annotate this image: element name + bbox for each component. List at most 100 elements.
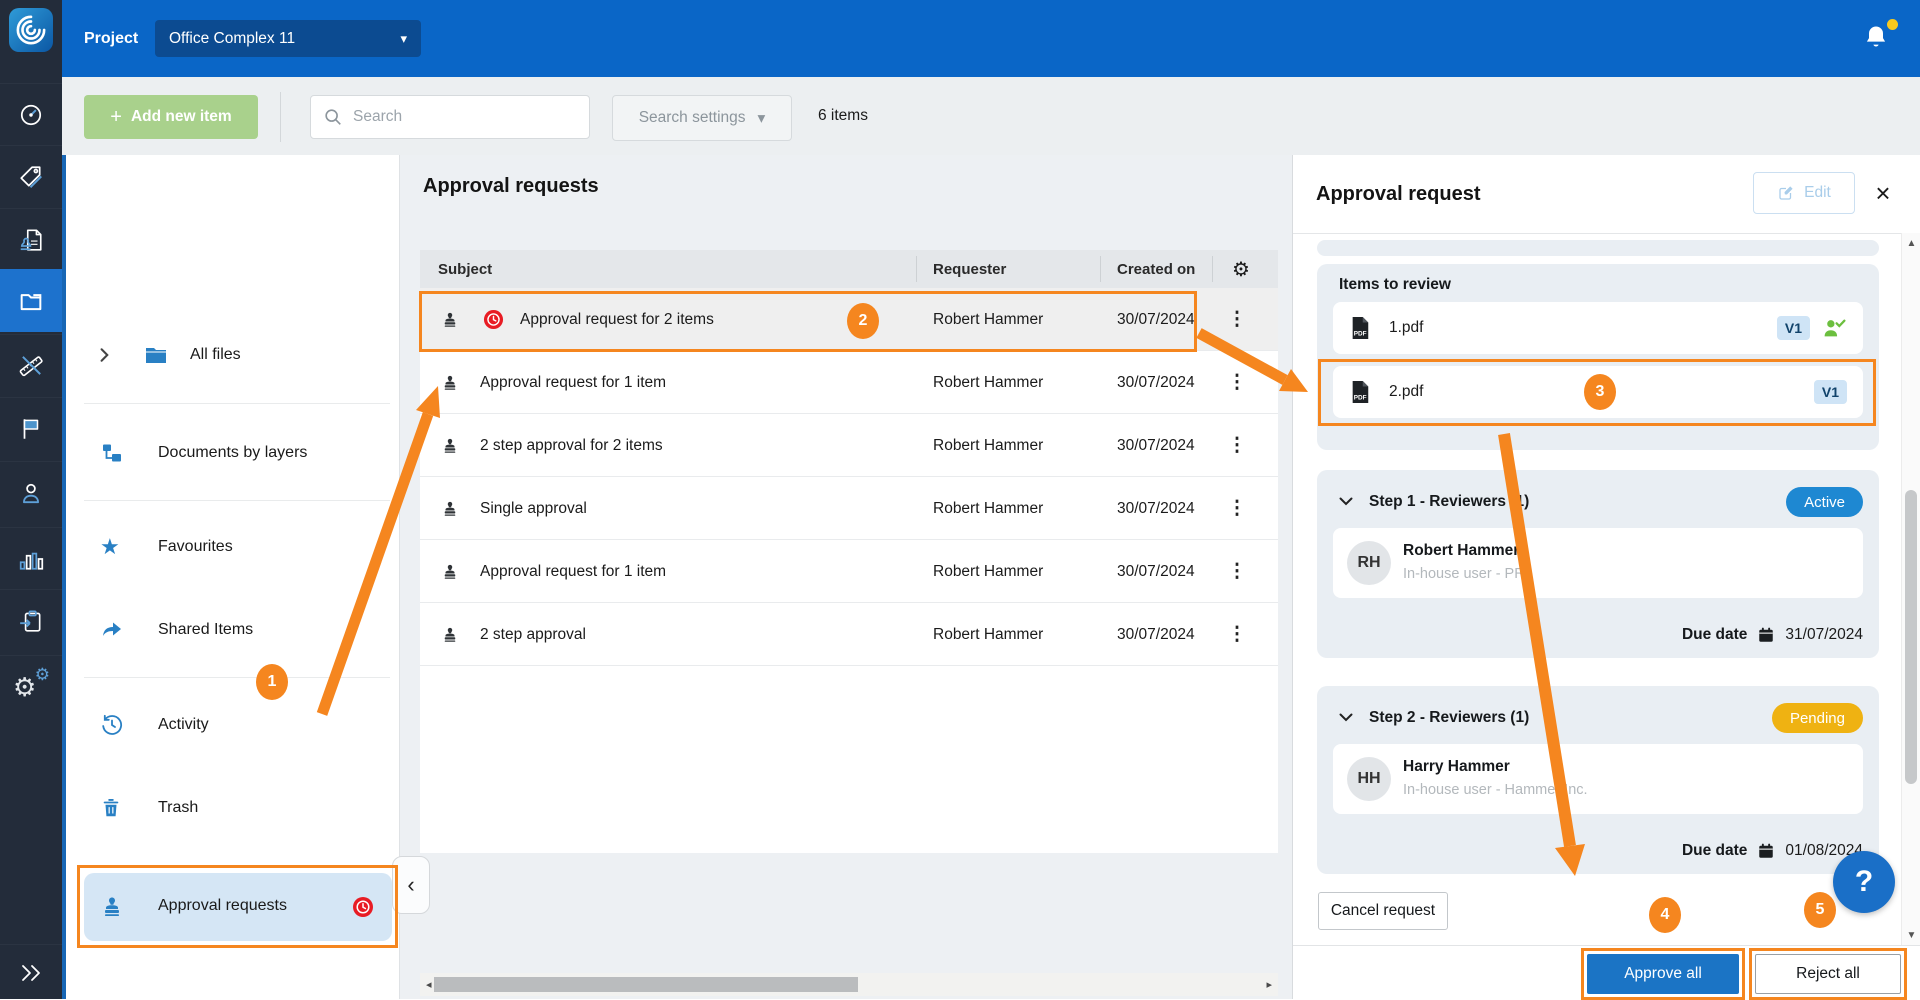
table-row[interactable]: Approval request for 2 items Robert Hamm… [420,288,1278,351]
add-new-item-button[interactable]: + Add new item [84,95,258,139]
close-panel-button[interactable]: × [1865,173,1901,213]
project-select[interactable]: Office Complex 11 ▾ [155,20,421,57]
horizontal-scrollbar-thumb[interactable] [434,977,858,992]
document-stamp-icon [18,227,44,253]
notification-dot-badge [1887,19,1898,30]
stamp-icon [441,540,459,603]
column-header-created[interactable]: Created on [1117,250,1199,288]
horizontal-scrollbar[interactable]: ◂ ▸ [420,973,1278,996]
rail-item-reports[interactable] [0,527,62,590]
logo-swirl-icon [14,13,48,47]
reject-all-button[interactable]: Reject all [1755,954,1901,994]
table-header: Subject Requester Created on ⚙ [420,250,1278,288]
row-menu-kebab-button[interactable]: ⋮ [1221,603,1253,666]
project-label: Project [84,0,138,77]
row-requester: Robert Hammer [933,351,1043,414]
column-header-subject[interactable]: Subject [438,250,492,288]
version-badge: V1 [1777,316,1810,340]
clipboard-arrow-icon [18,608,44,634]
row-created: 30/07/2024 [1117,351,1199,414]
rail-item-dashboard[interactable] [0,83,62,146]
rail-item-settings[interactable]: ⚙⚙ [0,655,62,718]
table-settings-gear-button[interactable]: ⚙ [1219,250,1263,288]
chevron-left-icon: ‹ [407,872,414,898]
star-icon: ★ [100,534,120,560]
column-divider [1212,256,1213,282]
table-row[interactable]: Approval request for 1 item Robert Hamme… [420,540,1278,603]
row-subject: Single approval [480,477,587,540]
approve-all-button[interactable]: Approve all [1587,954,1739,994]
history-clock-icon [100,713,124,737]
tag-icon [18,164,44,190]
overdue-clock-badge [352,896,374,918]
notifications-bell-button[interactable] [1862,22,1896,56]
file-row[interactable]: PDF 1.pdf V1 [1333,302,1863,354]
row-menu-kebab-button[interactable]: ⋮ [1221,351,1253,414]
rail-item-tags[interactable] [0,145,62,208]
row-menu-kebab-button[interactable]: ⋮ [1221,288,1253,351]
table-row[interactable]: 2 step approval for 2 items Robert Hamme… [420,414,1278,477]
collapse-panel-button[interactable]: ‹ [392,856,430,914]
row-menu-kebab-button[interactable]: ⋮ [1221,414,1253,477]
row-menu-kebab-button[interactable]: ⋮ [1221,477,1253,540]
reviewer-card: HH Harry Hammer In-house user - Hammer I… [1333,744,1863,814]
vertical-scrollbar[interactable]: ▲ ▼ [1901,233,1920,945]
step-2-header[interactable]: Step 2 - Reviewers (1) Pending [1317,700,1879,736]
person-icon [18,480,44,506]
row-requester: Robert Hammer [933,288,1043,351]
row-menu-kebab-button[interactable]: ⋮ [1221,540,1253,603]
tree-item-approval-requests[interactable]: Approval requests [84,873,392,941]
toolbar-divider [280,92,281,142]
caret-down-icon: ▾ [758,109,766,128]
add-new-item-label: Add new item [131,108,232,126]
scroll-right-icon[interactable]: ▸ [1266,973,1272,996]
rail-expand-button[interactable] [0,944,62,1000]
scroll-left-icon[interactable]: ◂ [426,973,432,996]
tree-item-trash[interactable]: Trash [62,780,400,836]
stamp-icon [441,288,459,351]
chevron-down-icon[interactable] [1339,493,1353,511]
layers-hierarchy-icon [100,441,124,465]
due-date-label: Due date [1682,842,1747,860]
step-1-header[interactable]: Step 1 - Reviewers (1) Active [1317,484,1879,520]
table-row[interactable]: Single approval Robert Hammer 30/07/2024… [420,477,1278,540]
rail-item-measure[interactable] [0,334,62,397]
rail-item-files[interactable] [0,269,62,332]
tree-item-shared-items[interactable]: Shared Items [62,602,400,658]
folder-icon [17,287,45,315]
tree-item-documents-by-layers[interactable]: Documents by layers [62,425,400,481]
stamp-icon [441,477,459,540]
rail-item-tasks[interactable] [0,589,62,652]
reviewer-card: RH Robert Hammer In-house user - PR [1333,528,1863,598]
column-header-requester[interactable]: Requester [933,250,1006,288]
edit-button[interactable]: Edit [1753,172,1855,214]
tree-item-label: Activity [158,716,209,734]
table-row[interactable]: Approval request for 1 item Robert Hamme… [420,351,1278,414]
search-icon [323,107,343,127]
chevron-down-icon[interactable] [1339,709,1353,727]
rail-item-flags[interactable] [0,397,62,460]
status-badge: Active [1786,487,1863,517]
toolbar: + Add new item Search settings ▾ 6 items [62,77,1920,155]
caret-down-icon: ▾ [400,31,407,47]
tree-panel-accent-edge [62,155,66,999]
cancel-request-button[interactable]: Cancel request [1318,892,1448,930]
vertical-scrollbar-thumb[interactable] [1905,490,1917,784]
search-settings-dropdown[interactable]: Search settings ▾ [612,95,792,141]
scroll-down-icon[interactable]: ▼ [1902,927,1920,943]
tree-item-activity[interactable]: Activity [62,697,400,753]
search-input[interactable] [351,107,577,127]
scroll-up-icon[interactable]: ▲ [1902,235,1920,251]
scrolled-card-remnant [1317,240,1879,256]
step-2-card: Step 2 - Reviewers (1) Pending HH Harry … [1317,686,1879,874]
table-row[interactable]: 2 step approval Robert Hammer 30/07/2024… [420,603,1278,666]
app-logo[interactable] [9,8,53,52]
rail-item-contacts[interactable] [0,461,62,524]
chevron-right-icon[interactable] [98,347,112,363]
tree-item-favourites[interactable]: ★ Favourites [62,519,400,575]
tree-item-label: Favourites [158,538,233,556]
rail-item-stamped-documents[interactable] [0,208,62,271]
file-row[interactable]: PDF 2.pdf V1 [1333,366,1863,418]
tree-item-all-files[interactable]: All files [62,327,400,383]
help-button[interactable]: ? [1833,851,1895,913]
